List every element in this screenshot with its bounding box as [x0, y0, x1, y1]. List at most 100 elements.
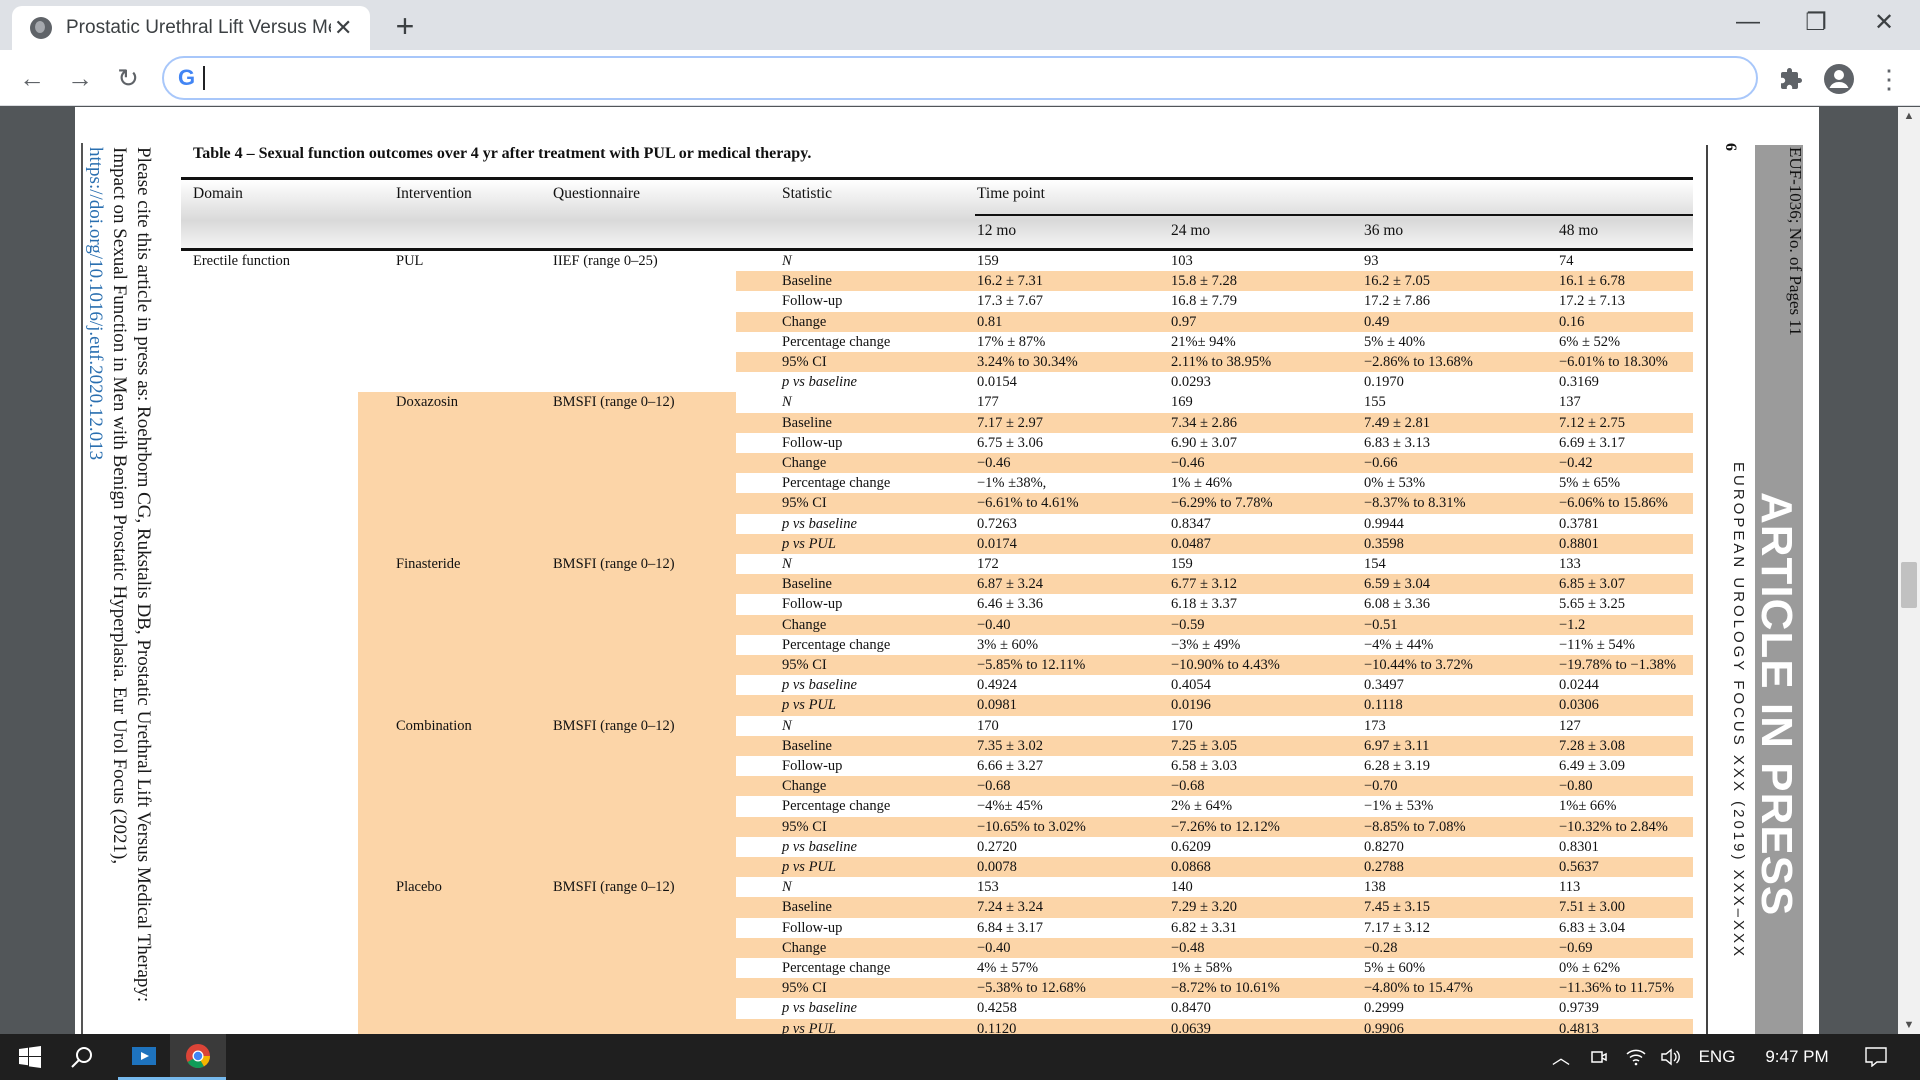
value-12mo: 16.2 ± 7.31	[977, 273, 1043, 290]
value-36mo: 0.1970	[1364, 374, 1404, 391]
value-48mo: −0.42	[1559, 455, 1593, 471]
menu-icon[interactable]: ⋮	[1872, 62, 1906, 96]
value-12mo: 3.24% to 30.34%	[977, 354, 1078, 370]
search-icon[interactable]	[60, 1034, 104, 1080]
value-24mo: 15.8 ± 7.28	[1171, 273, 1237, 290]
vertical-scrollbar[interactable]: ▲ ▼	[1898, 107, 1920, 1034]
table-row: Baseline 16.2 ± 7.31 15.8 ± 7.28 16.2 ± 7.0…	[181, 271, 1693, 292]
value-24mo: −0.46	[1171, 455, 1205, 471]
clock[interactable]: 9:47 PM	[1752, 1034, 1842, 1080]
statistic-cell: p vs PUL	[782, 859, 836, 875]
back-button[interactable]: ←	[14, 60, 50, 96]
table-row: 95% CI −10.65% to 3.02% −7.26% to 12.12% −8…	[181, 816, 1693, 837]
statistic-cell: 95% CI	[782, 980, 827, 997]
value-36mo: −0.66	[1364, 455, 1398, 471]
value-48mo: 17.2 ± 7.13	[1559, 293, 1625, 310]
address-bar[interactable]: G	[162, 56, 1758, 100]
statistic-cell: Change	[782, 455, 827, 471]
value-36mo: 0.8270	[1364, 838, 1404, 855]
minimize-button[interactable]: —	[1720, 4, 1776, 40]
value-48mo: 0.16	[1559, 313, 1585, 330]
value-12mo: −0.40	[977, 939, 1011, 956]
address-input[interactable]	[205, 67, 1756, 89]
value-24mo: 1% ± 46%	[1171, 475, 1233, 492]
value-36mo: 93	[1364, 253, 1379, 269]
puzzle-icon[interactable]	[1774, 62, 1808, 96]
value-48mo: 0.3169	[1559, 374, 1599, 391]
reload-button[interactable]: ↻	[110, 60, 146, 96]
value-48mo: 6.85 ± 3.07	[1559, 576, 1625, 593]
chrome-icon[interactable]	[170, 1034, 226, 1080]
tab-close-icon[interactable]: ✕	[331, 15, 356, 41]
value-48mo: 0.8301	[1559, 838, 1599, 855]
value-24mo: 103	[1171, 253, 1193, 269]
value-24mo: 6.58 ± 3.03	[1171, 758, 1237, 774]
value-36mo: −2.86% to 13.68%	[1364, 354, 1473, 370]
table-row: p vs baseline 0.4258 0.8470 0.2999 0.9739	[181, 998, 1693, 1018]
value-36mo: 5% ± 40%	[1364, 333, 1426, 350]
value-48mo: −6.06% to 15.86%	[1559, 495, 1668, 512]
journal-name: EUROPEAN UROLOGY FOCUS XXX (2019) XXX–XX…	[1730, 462, 1747, 960]
value-24mo: 0.0487	[1171, 535, 1211, 552]
value-24mo: 159	[1171, 556, 1193, 572]
value-24mo: 21%± 94%	[1171, 333, 1236, 350]
value-12mo: 0.4924	[977, 677, 1017, 694]
value-48mo: 5.65 ± 3.25	[1559, 596, 1625, 613]
value-36mo: −8.37% to 8.31%	[1364, 495, 1466, 512]
table-row: Combination BMSFI (range 0–12) N 170 170 173 1…	[181, 716, 1693, 736]
forward-button[interactable]: →	[62, 60, 98, 96]
statistic-cell: N	[782, 879, 792, 896]
table-row: p vs baseline 0.4924 0.4054 0.3497 0.0244	[181, 675, 1693, 695]
meet-now-icon[interactable]	[1586, 1034, 1612, 1080]
value-12mo: 0.0078	[977, 859, 1017, 875]
scroll-up-icon[interactable]: ▲	[1898, 107, 1920, 125]
notification-icon[interactable]	[1856, 1034, 1896, 1080]
value-36mo: 0.1118	[1364, 697, 1403, 714]
value-36mo: 17.2 ± 7.86	[1364, 293, 1430, 310]
media-player-icon[interactable]	[118, 1034, 170, 1080]
time-point-rule	[975, 214, 1693, 216]
table-row: Change −0.46 −0.46 −0.66 −0.42	[181, 453, 1693, 474]
account-icon[interactable]	[1822, 62, 1856, 96]
maximize-button[interactable]: ❐	[1788, 4, 1844, 40]
windows-logo-icon[interactable]	[8, 1034, 52, 1080]
questionnaire-cell: BMSFI (range 0–12)	[553, 394, 675, 411]
intervention-cell: Combination	[396, 717, 472, 734]
table-row: Baseline 7.24 ± 3.24 7.29 ± 3.20 7.45 ± 3.1…	[181, 897, 1693, 918]
intervention-cell: Finasteride	[396, 556, 461, 572]
language-indicator[interactable]: ENG	[1692, 1034, 1742, 1080]
questionnaire-cell: BMSFI (range 0–12)	[553, 879, 675, 896]
value-36mo: 7.45 ± 3.15	[1364, 899, 1430, 916]
chevron-up-icon[interactable]: ︿	[1548, 1034, 1574, 1080]
value-36mo: 16.2 ± 7.05	[1364, 273, 1430, 290]
citation-link[interactable]: https://doi.org/10.1016/j.euf.2020.12.01…	[85, 147, 106, 460]
value-12mo: −5.85% to 12.11%	[977, 657, 1086, 673]
browser-tab[interactable]: Prostatic Urethral Lift Versus Medical T…	[12, 6, 370, 50]
new-tab-button[interactable]: +	[388, 8, 422, 45]
volume-icon[interactable]	[1656, 1034, 1684, 1080]
wifi-icon[interactable]	[1622, 1034, 1650, 1080]
statistic-cell: Change	[782, 778, 827, 795]
value-48mo: −11% ± 54%	[1559, 636, 1636, 653]
table-body: Erectile function PUL IIEF (range 0–25) N 15…	[181, 251, 1693, 1034]
questionnaire-cell: BMSFI (range 0–12)	[553, 556, 675, 572]
scroll-thumb[interactable]	[1901, 562, 1917, 608]
value-12mo: 3% ± 60%	[977, 636, 1039, 653]
value-12mo: 159	[977, 253, 999, 269]
ribbon-text: EUF-1036; No. of Pages 11	[1786, 147, 1805, 336]
value-24mo: 6.82 ± 3.31	[1171, 919, 1237, 936]
statistic-cell: Follow-up	[782, 434, 843, 451]
statistic-cell: Follow-up	[782, 293, 843, 310]
window-close-button[interactable]: ✕	[1856, 4, 1912, 40]
statistic-cell: Baseline	[782, 273, 832, 290]
pdf-page: Please cite this article in press as: Ro…	[75, 107, 1819, 1034]
header-domain: Domain	[193, 185, 243, 202]
value-12mo: 170	[977, 717, 999, 734]
scroll-down-icon[interactable]: ▼	[1898, 1016, 1920, 1034]
statistic-cell: Percentage change	[782, 333, 891, 350]
row-shading	[736, 1018, 1693, 1034]
value-24mo: 2.11% to 38.95%	[1171, 354, 1272, 370]
value-12mo: 172	[977, 556, 999, 572]
value-12mo: 7.17 ± 2.97	[977, 414, 1043, 431]
value-12mo: 17% ± 87%	[977, 333, 1046, 350]
